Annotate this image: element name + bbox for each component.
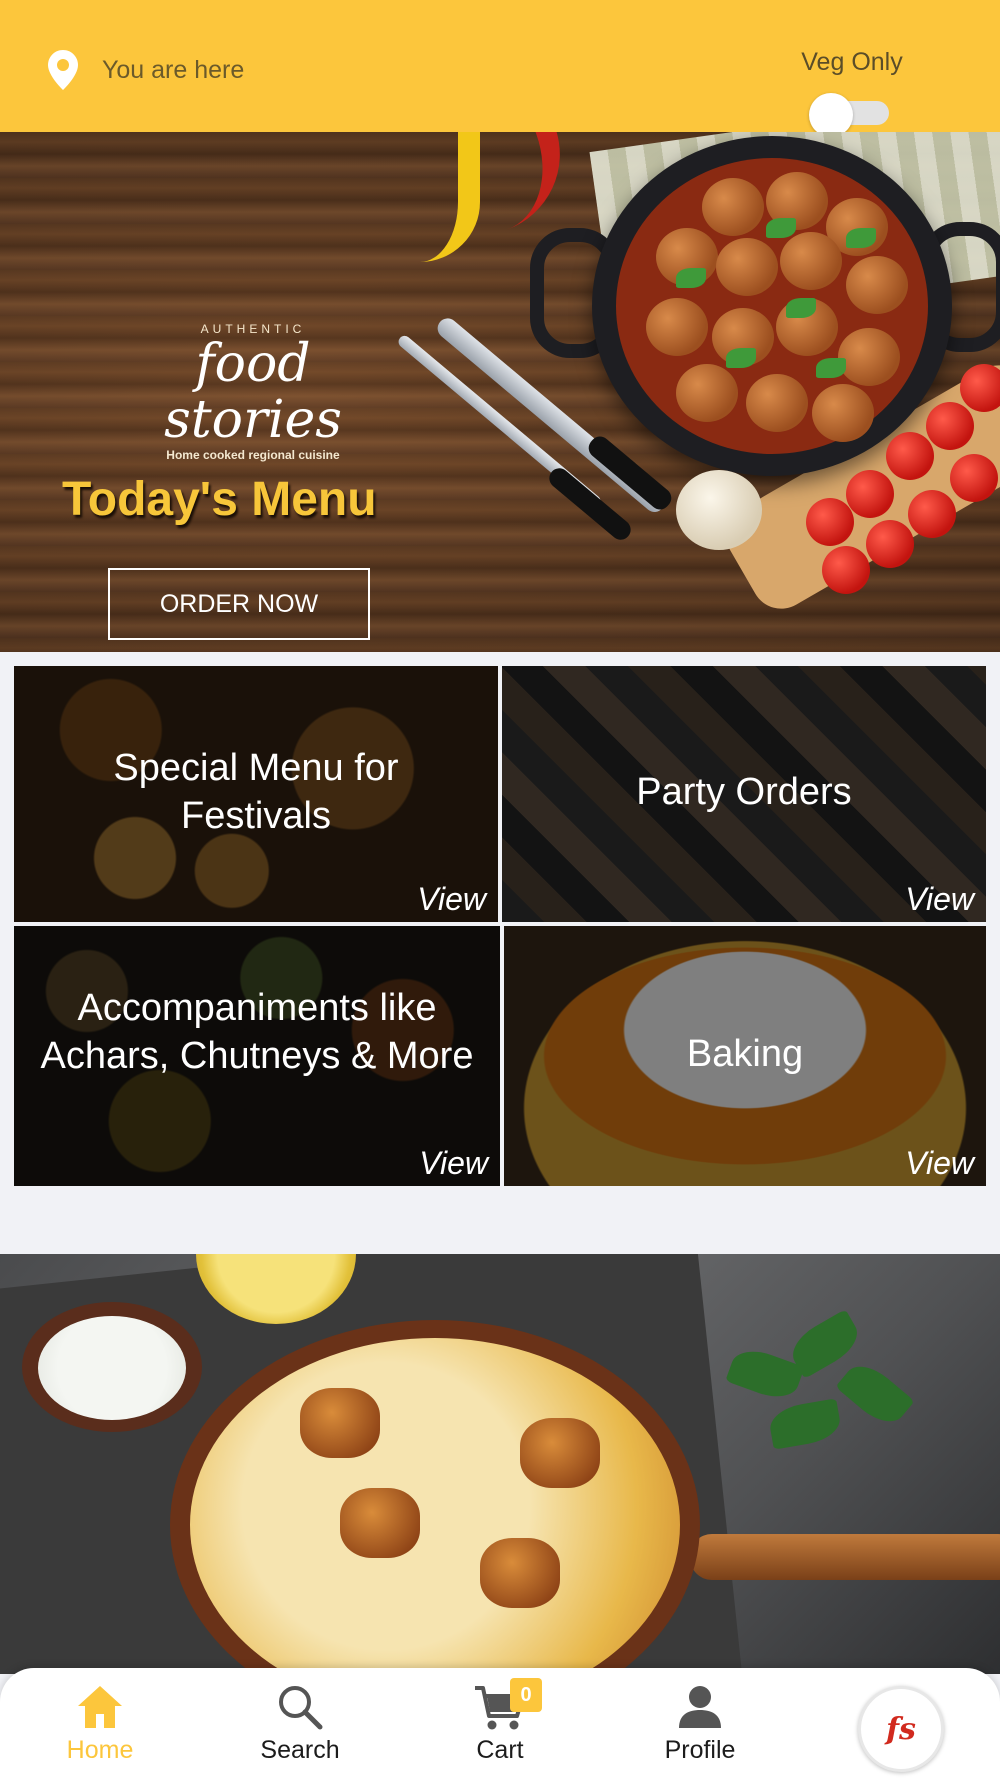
cart-count-badge: 0	[510, 1678, 542, 1712]
veg-only-toggle[interactable]	[809, 93, 895, 137]
nav-profile[interactable]: Profile	[630, 1682, 770, 1765]
nav-search[interactable]: Search	[230, 1682, 370, 1765]
bottom-navigation: Home Search 0 Cart Profile fs	[0, 1668, 1000, 1778]
nav-label: Home	[66, 1736, 134, 1764]
profile-icon	[679, 1686, 721, 1728]
banner-title: Today's Menu	[62, 473, 377, 526]
category-title: Party Orders	[636, 771, 852, 813]
location-pin-icon	[48, 50, 78, 90]
category-tile-accompaniments[interactable]: Accompaniments like Achars, Chutneys & M…	[14, 926, 500, 1186]
nav-label: Profile	[664, 1736, 736, 1764]
home-icon	[78, 1686, 122, 1728]
category-grid: Special Menu for Festivals View Party Or…	[14, 666, 986, 1186]
order-now-button[interactable]: ORDER NOW	[108, 568, 370, 640]
nav-label: Search	[260, 1736, 340, 1764]
category-title: Special Menu for Festivals	[113, 747, 399, 837]
category-title: Accompaniments like Achars, Chutneys & M…	[40, 987, 474, 1077]
category-tile-festivals[interactable]: Special Menu for Festivals View	[14, 666, 498, 922]
brand-logo: AUTHENTIC food stories Home cooked regio…	[118, 322, 388, 462]
category-view-link[interactable]: View	[905, 881, 974, 918]
nav-cart[interactable]: 0 Cart	[430, 1678, 570, 1765]
brand-tagline: Home cooked regional cuisine	[166, 448, 340, 462]
brand-name: food stories	[164, 334, 342, 450]
toggle-knob	[809, 93, 853, 137]
nav-home[interactable]: Home	[30, 1682, 170, 1765]
top-header: You are here Veg Only	[0, 0, 1000, 137]
biryani-promo-image[interactable]	[0, 1254, 1000, 1674]
garlic	[676, 470, 762, 550]
category-tile-baking[interactable]: Baking View	[504, 926, 986, 1186]
category-title: Baking	[686, 1033, 804, 1075]
logo-text: fs	[886, 1711, 916, 1747]
category-view-link[interactable]: View	[417, 881, 486, 918]
raita-bowl	[22, 1302, 202, 1432]
category-view-link[interactable]: View	[419, 1145, 488, 1182]
veg-only-control: Veg Only	[792, 48, 912, 137]
search-icon	[279, 1686, 323, 1730]
brand-logo-button[interactable]: fs	[858, 1686, 944, 1772]
location-label: You are here	[102, 55, 245, 84]
mint-leaves	[725, 1309, 930, 1494]
veg-only-label: Veg Only	[801, 48, 903, 76]
category-view-link[interactable]: View	[905, 1145, 974, 1182]
location-selector[interactable]: You are here	[48, 50, 244, 90]
meatball-pan-image	[592, 136, 952, 476]
nav-label: Cart	[476, 1736, 524, 1764]
hero-banner[interactable]: AUTHENTIC food stories Home cooked regio…	[0, 132, 1000, 652]
category-tile-party-orders[interactable]: Party Orders View	[502, 666, 986, 922]
